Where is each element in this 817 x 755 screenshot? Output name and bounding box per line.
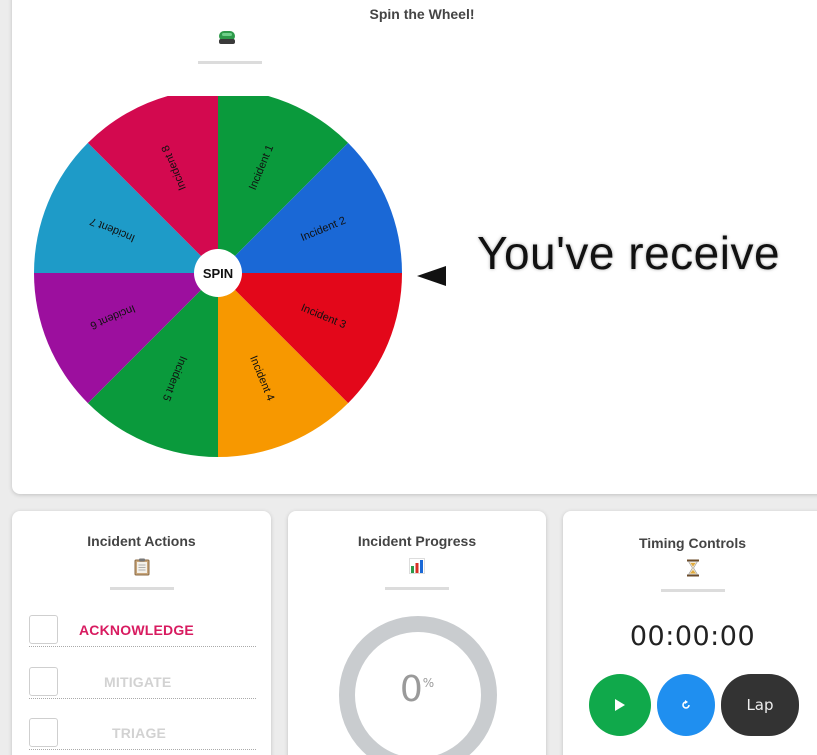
triage-checkbox[interactable]	[29, 718, 58, 747]
timing-controls-divider	[661, 589, 725, 592]
progress-value: 0	[399, 669, 423, 710]
play-icon	[615, 699, 625, 711]
incident-progress-panel: Incident Progress 0%	[288, 511, 546, 755]
triage-label[interactable]: TRIAGE	[112, 725, 166, 741]
incident-actions-title: Incident Actions	[87, 533, 196, 549]
lap-button[interactable]: Lap	[721, 674, 799, 736]
timing-controls-panel: Timing Controls 00:00:00 Lap	[563, 511, 817, 755]
hourglass-icon	[563, 559, 817, 581]
spin-button-label[interactable]: SPIN	[203, 266, 233, 281]
mitigate-label[interactable]: MITIGATE	[104, 674, 171, 690]
timer-display: 00:00:00	[629, 621, 756, 652]
incident-progress-title: Incident Progress	[357, 533, 477, 549]
wheel-panel: Spin the Wheel! Incident 1 Incident 2 Inci…	[12, 0, 817, 494]
incident-progress-divider	[385, 587, 449, 590]
timing-controls-title: Timing Controls	[638, 535, 747, 551]
play-button[interactable]	[589, 674, 651, 736]
progress-unit: %	[422, 675, 435, 690]
incident-actions-panel: Incident Actions ACKNOWLEDGE MITIGATE TR…	[12, 511, 271, 755]
action-row-acknowledge: ACKNOWLEDGE	[29, 613, 256, 647]
action-row-triage: TRIAGE	[29, 716, 256, 750]
clipboard-icon	[12, 558, 271, 580]
wheel-panel-divider	[198, 61, 262, 64]
prize-wheel[interactable]: Incident 1Incident 2Incident 3Incident 4…	[34, 96, 404, 466]
incident-actions-divider	[110, 587, 174, 590]
spin-result-text: You've receive	[477, 227, 781, 279]
mitigate-checkbox[interactable]	[29, 667, 58, 696]
acknowledge-label[interactable]: ACKNOWLEDGE	[79, 622, 194, 638]
bar-chart-icon	[288, 558, 546, 578]
progress-value-display: 0%	[288, 669, 546, 710]
reset-button[interactable]	[657, 674, 715, 736]
acknowledge-checkbox[interactable]	[29, 615, 58, 644]
reset-icon	[682, 700, 690, 709]
action-row-mitigate: MITIGATE	[29, 665, 256, 699]
computer-disk-icon	[218, 30, 236, 50]
wheel-panel-title: Spin the Wheel!	[369, 6, 475, 22]
wheel-pointer-icon	[417, 266, 446, 286]
